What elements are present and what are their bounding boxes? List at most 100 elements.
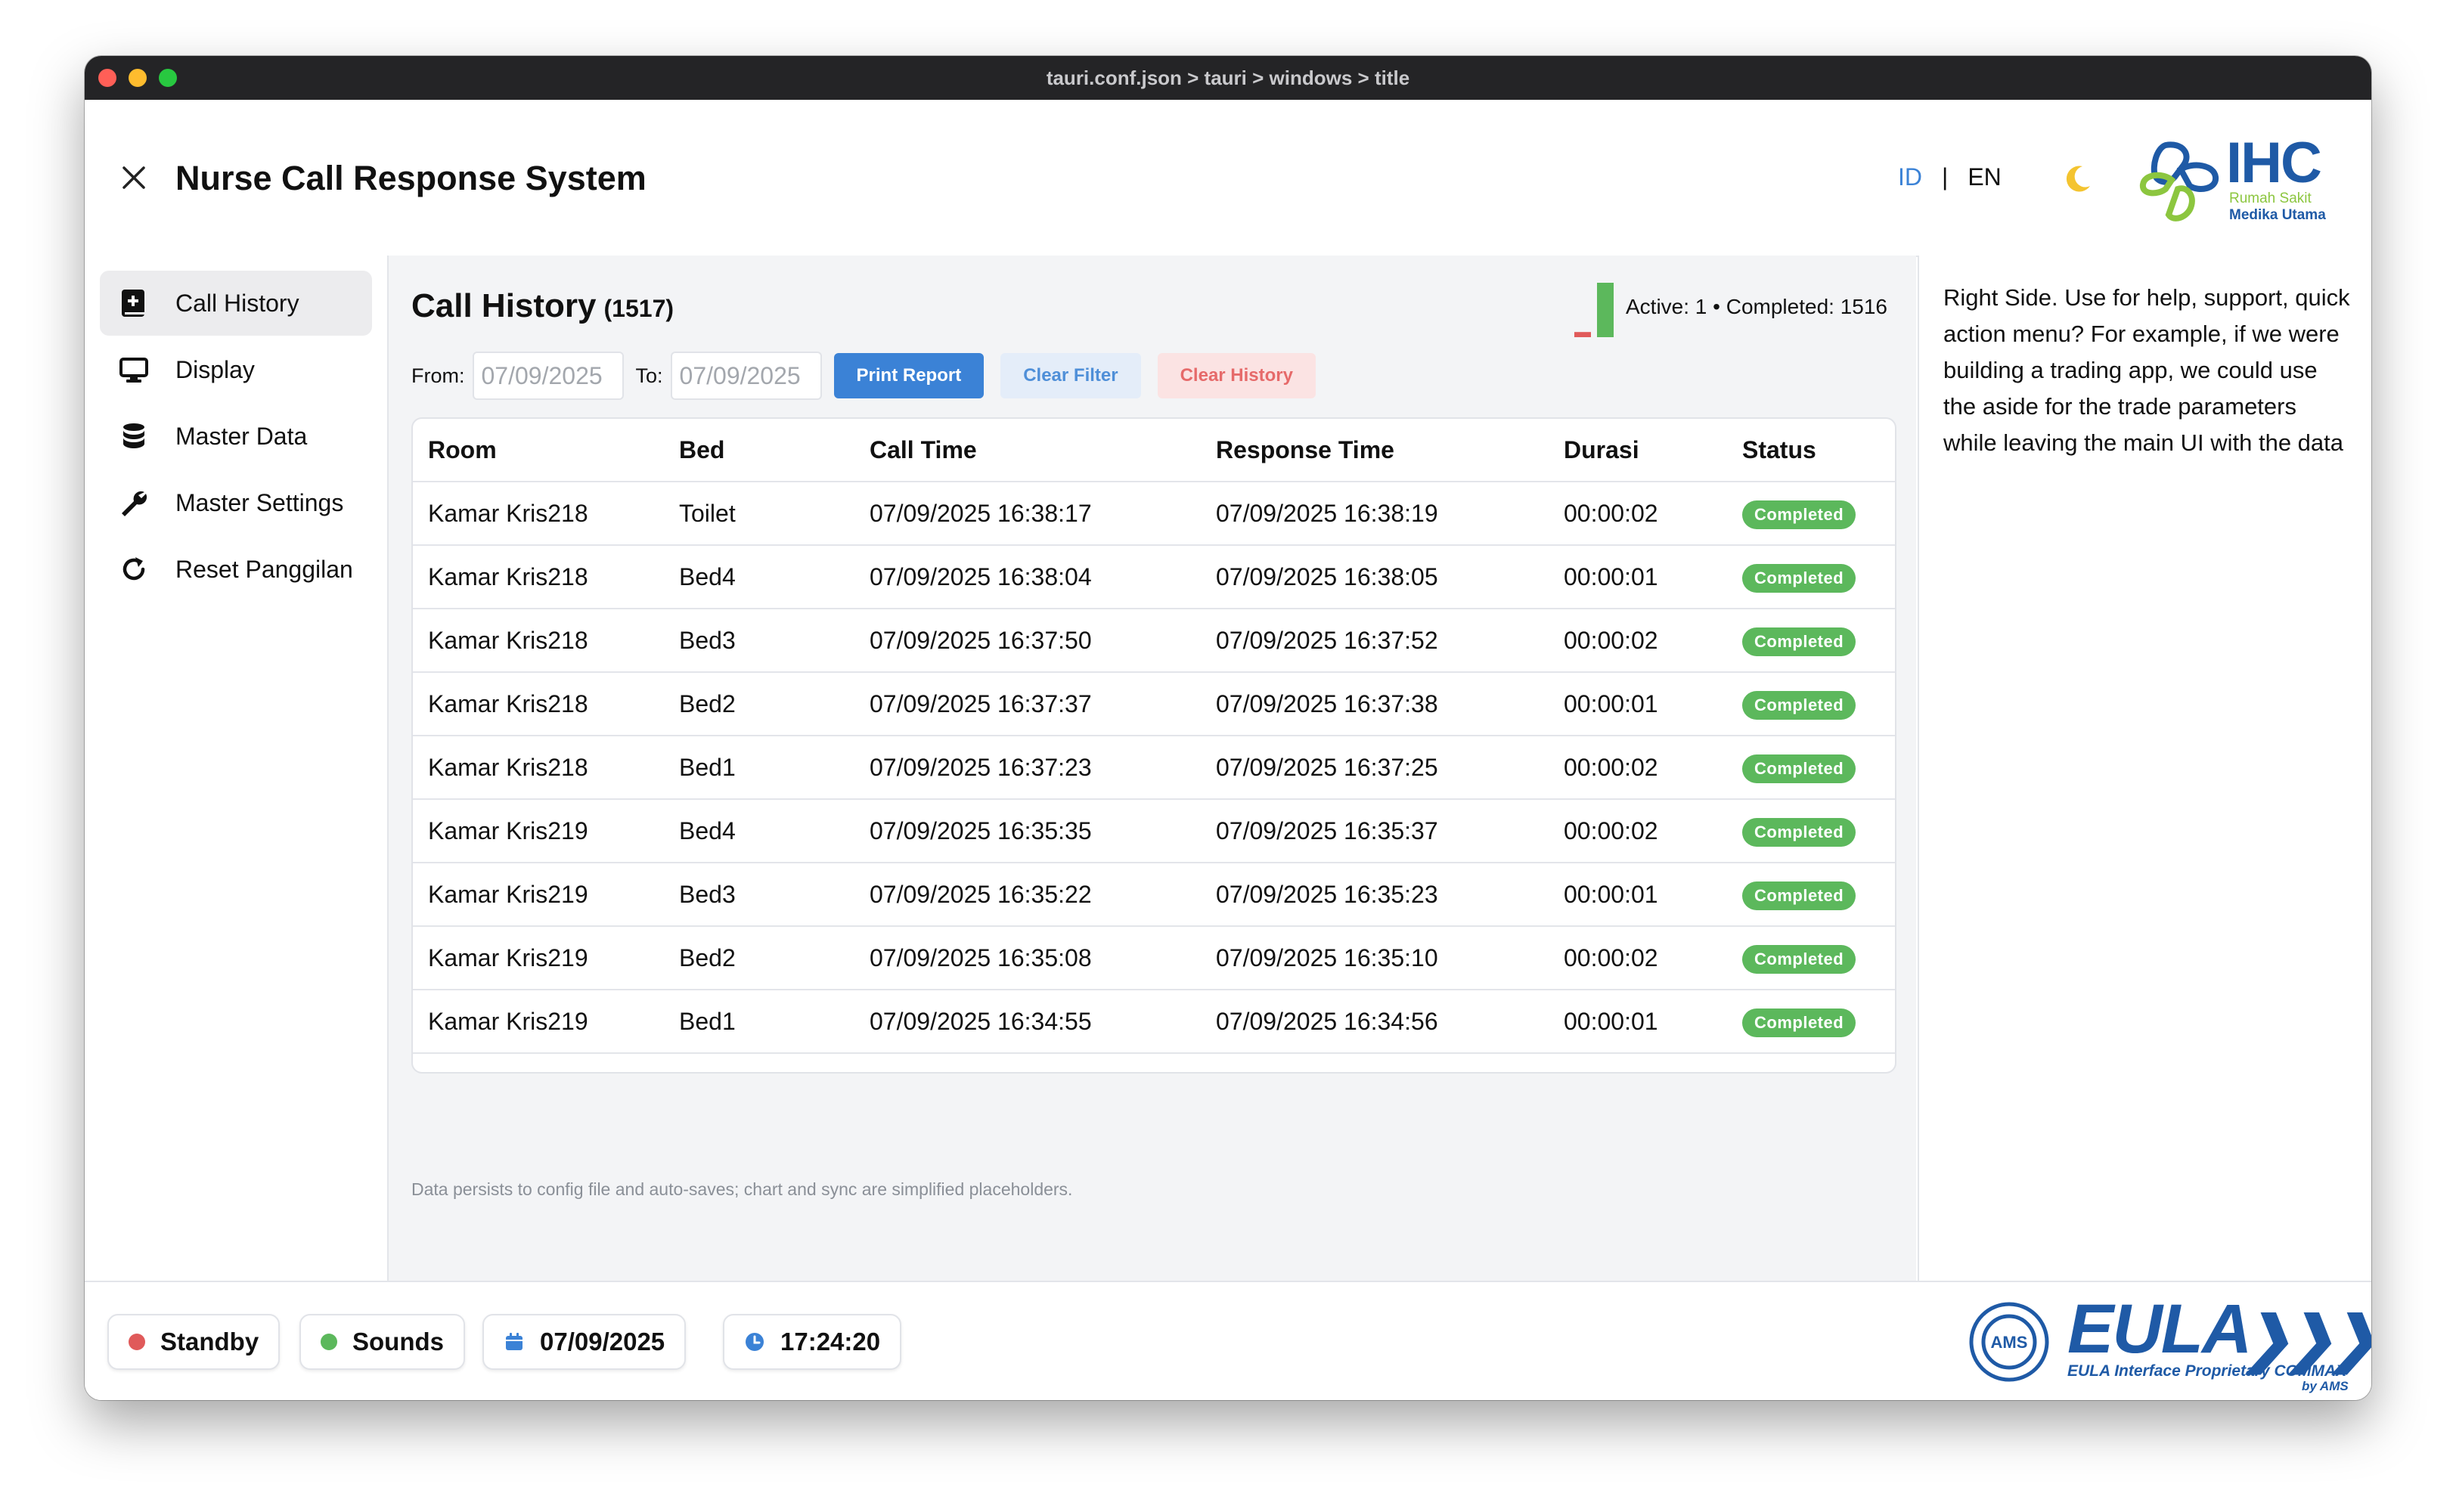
app-window: tauri.conf.json > tauri > windows > titl… — [85, 56, 2371, 1400]
aside-text: Right Side. Use for help, support, quick… — [1943, 284, 2350, 456]
cell-room: Kamar Kris219 — [413, 863, 664, 927]
standby-dot-icon — [129, 1334, 145, 1350]
cell-response-time: 07/09/2025 16:38:05 — [1201, 545, 1549, 609]
cell-call-time: 07/09/2025 16:37:23 — [854, 736, 1201, 800]
col-room: Room — [413, 419, 664, 482]
status-badge: Completed — [1742, 627, 1856, 656]
record-count: (1517) — [603, 295, 674, 322]
clear-filter-button[interactable]: Clear Filter — [1000, 353, 1141, 398]
sidebar-item-label: Reset Panggilan — [175, 555, 353, 583]
cell-room: Kamar Kris218 — [413, 545, 664, 609]
close-window-button[interactable] — [98, 69, 116, 87]
table-row[interactable]: Kamar Kris219 Bed2 07/09/2025 16:35:08 07/0… — [413, 926, 1895, 990]
lang-en-button[interactable]: EN — [1968, 163, 2001, 191]
cell-durasi: 00:00:02 — [1549, 482, 1727, 546]
eula-byline: by AMS — [2302, 1379, 2349, 1393]
sidebar-item-reset-panggilan[interactable]: Reset Panggilan — [100, 537, 372, 602]
footnote: Data persists to config file and auto-sa… — [411, 1179, 1073, 1199]
cell-room: Kamar Kris219 — [413, 990, 664, 1054]
table-row[interactable]: Kamar Kris218 Bed4 07/09/2025 16:38:04 07/0… — [413, 545, 1895, 609]
cell-bed: Toilet — [664, 482, 854, 546]
language-switcher: ID | EN — [1898, 163, 2002, 191]
hospital-logo: IHC Rumah Sakit Medika Utama — [2135, 130, 2347, 228]
clear-history-button[interactable]: Clear History — [1157, 353, 1316, 398]
status-badge: Completed — [1742, 881, 1856, 910]
cell-room: Kamar Kris218 — [413, 736, 664, 800]
cell-call-time: 07/09/2025 16:38:17 — [854, 482, 1201, 546]
table-row[interactable]: Kamar Kris219 Bed4 07/09/2025 16:35:35 07/0… — [413, 799, 1895, 863]
status-badge: Completed — [1742, 500, 1856, 529]
cell-response-time: 07/09/2025 16:34:56 — [1201, 990, 1549, 1054]
moon-icon[interactable] — [2061, 162, 2095, 195]
status-summary: Active: 1 • Completed: 1516 — [1626, 295, 1887, 318]
cell-call-time: 07/09/2025 16:34:55 — [854, 990, 1201, 1054]
cell-call-time: 07/09/2025 16:37:50 — [854, 609, 1201, 673]
sidebar-item-call-history[interactable]: Call History — [100, 271, 372, 336]
status-bar: Standby Sounds 07/09/2025 17:24:20 AMS E… — [85, 1281, 2371, 1400]
cross-logo-icon — [2140, 141, 2219, 222]
col-response-time: Response Time — [1201, 419, 1549, 482]
call-history-table-card: Room Bed Call Time Response Time Durasi … — [411, 417, 1896, 1074]
cell-bed: Bed3 — [664, 609, 854, 673]
cell-response-time: 07/09/2025 16:35:10 — [1201, 926, 1549, 990]
to-label: To: — [635, 364, 663, 387]
status-badge: Completed — [1742, 817, 1856, 847]
cell-bed: Bed3 — [664, 863, 854, 927]
standby-indicator[interactable]: Standby — [107, 1314, 281, 1370]
sounds-indicator[interactable]: Sounds — [299, 1314, 465, 1370]
main-content: Call History (1517) Active: 1 • Completed… — [389, 256, 1916, 1281]
page-title-text: Call History — [411, 287, 597, 324]
logo-subtitle-1: Rumah Sakit — [2229, 191, 2312, 206]
table-row[interactable]: Kamar Kris218 Bed1 07/09/2025 16:37:23 07/0… — [413, 736, 1895, 800]
eula-title: EULA — [2067, 1290, 2252, 1368]
cell-status: Completed — [1727, 799, 1895, 863]
sidebar-item-display[interactable]: Display — [100, 337, 372, 402]
cell-call-time: 07/09/2025 16:38:04 — [854, 545, 1201, 609]
lang-id-button[interactable]: ID — [1898, 163, 1922, 191]
table-row[interactable]: Kamar Kris219 Bed3 07/09/2025 16:35:22 07/0… — [413, 863, 1895, 927]
table-row[interactable]: Kamar Kris218 Bed2 07/09/2025 16:37:37 07/0… — [413, 672, 1895, 736]
sounds-label: Sounds — [352, 1328, 444, 1356]
table-row[interactable]: Kamar Kris218 Toilet 07/09/2025 16:38:17 07… — [413, 482, 1895, 546]
logo-subtitle-2: Medika Utama — [2229, 207, 2326, 223]
table-row[interactable]: Kamar Kris219 Bed1 07/09/2025 16:34:55 07/0… — [413, 990, 1895, 1054]
cell-durasi: 00:00:02 — [1549, 926, 1727, 990]
cell-status: Completed — [1727, 672, 1895, 736]
cell-durasi: 00:00:01 — [1549, 672, 1727, 736]
time-indicator: 17:24:20 — [723, 1314, 902, 1370]
cell-room: Kamar Kris219 — [413, 926, 664, 990]
time-value: 17:24:20 — [780, 1328, 881, 1356]
close-icon[interactable] — [116, 160, 151, 195]
cell-response-time: 07/09/2025 16:35:23 — [1201, 863, 1549, 927]
cell-status: Completed — [1727, 926, 1895, 990]
sidebar-item-label: Master Data — [175, 422, 308, 450]
window-controls — [98, 69, 177, 87]
cell-bed: Bed2 — [664, 672, 854, 736]
cell-response-time: 07/09/2025 16:38:19 — [1201, 482, 1549, 546]
cell-status: Completed — [1727, 482, 1895, 546]
call-history-table: Room Bed Call Time Response Time Durasi … — [413, 419, 1895, 1054]
sidebar-item-master-settings[interactable]: Master Settings — [100, 470, 372, 535]
to-date-input[interactable] — [670, 352, 822, 400]
calendar-icon — [506, 1333, 523, 1350]
right-aside: Right Side. Use for help, support, quick… — [1918, 256, 2371, 1281]
table-row[interactable]: Kamar Kris218 Bed3 07/09/2025 16:37:50 07/0… — [413, 609, 1895, 673]
from-date-input[interactable] — [472, 352, 624, 400]
cell-status: Completed — [1727, 736, 1895, 800]
print-report-button[interactable]: Print Report — [833, 353, 985, 398]
chart-bar-completed — [1597, 283, 1614, 337]
cell-response-time: 07/09/2025 16:37:52 — [1201, 609, 1549, 673]
zoom-window-button[interactable] — [159, 69, 177, 87]
cell-bed: Bed4 — [664, 545, 854, 609]
database-icon — [116, 419, 151, 454]
cell-status: Completed — [1727, 545, 1895, 609]
clock-icon — [746, 1333, 764, 1351]
cell-call-time: 07/09/2025 16:35:35 — [854, 799, 1201, 863]
minimize-window-button[interactable] — [129, 69, 147, 87]
cell-status: Completed — [1727, 990, 1895, 1054]
seal-text: AMS — [1991, 1333, 2028, 1352]
cell-durasi: 00:00:02 — [1549, 609, 1727, 673]
sidebar-item-master-data[interactable]: Master Data — [100, 404, 372, 469]
titlebar: tauri.conf.json > tauri > windows > titl… — [85, 56, 2371, 100]
cell-status: Completed — [1727, 609, 1895, 673]
